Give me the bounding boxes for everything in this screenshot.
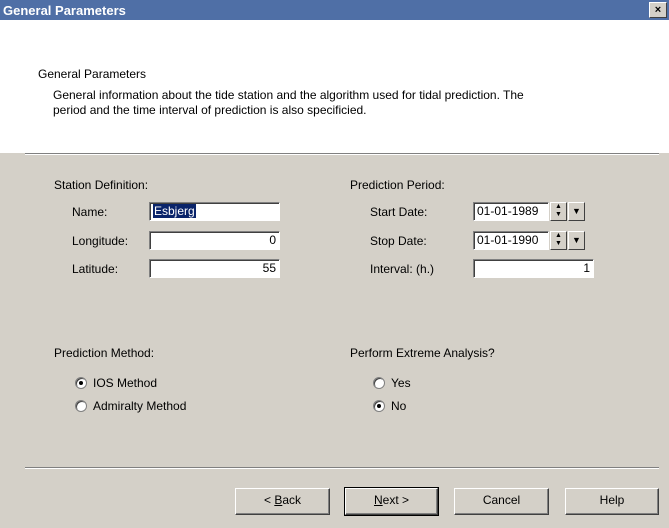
stop-date-spinner[interactable]: ▲ ▼ <box>550 231 567 250</box>
prediction-period-label: Prediction Period: <box>350 178 445 192</box>
name-field[interactable]: Esbjerg <box>149 202 280 221</box>
start-date-label: Start Date: <box>370 205 428 219</box>
stop-date-dropdown-button[interactable]: ▼ <box>568 231 585 250</box>
name-label: Name: <box>72 205 108 219</box>
spin-up-icon[interactable]: ▲ <box>551 232 566 240</box>
extreme-analysis-label: Perform Extreme Analysis? <box>350 346 495 360</box>
spin-down-icon[interactable]: ▼ <box>551 240 566 248</box>
latitude-label: Latitude: <box>72 262 119 276</box>
extreme-yes-radio[interactable] <box>373 377 385 389</box>
next-button-mnemonic: N <box>373 493 383 507</box>
next-button[interactable]: Next > <box>344 487 439 516</box>
ios-method-label[interactable]: IOS Method <box>93 376 157 390</box>
back-button-rest: ack <box>282 493 302 507</box>
chevron-down-icon: ▼ <box>572 206 581 216</box>
extreme-yes-label[interactable]: Yes <box>391 376 411 390</box>
start-date-field[interactable]: 01-01-1989 <box>473 202 549 221</box>
prediction-method-label: Prediction Method: <box>54 346 155 360</box>
back-button[interactable]: < Back <box>235 488 330 515</box>
start-date-dropdown-button[interactable]: ▼ <box>568 202 585 221</box>
header-separator <box>25 153 659 155</box>
stop-date-field[interactable]: 01-01-1990 <box>473 231 549 250</box>
header-panel <box>0 20 669 153</box>
name-value: Esbjerg <box>153 204 196 218</box>
longitude-field[interactable]: 0 <box>149 231 280 250</box>
ios-method-radio[interactable] <box>75 377 87 389</box>
window-title: General Parameters <box>3 3 126 18</box>
chevron-down-icon: ▼ <box>572 235 581 245</box>
header-heading: General Parameters <box>38 67 147 81</box>
cancel-button[interactable]: Cancel <box>454 488 549 515</box>
extreme-no-radio[interactable] <box>373 400 385 412</box>
footer-separator <box>25 467 659 469</box>
admiralty-method-label[interactable]: Admiralty Method <box>93 399 186 413</box>
close-button[interactable]: × <box>649 2 667 18</box>
spin-down-icon[interactable]: ▼ <box>551 211 566 219</box>
interval-label: Interval: (h.) <box>370 262 435 276</box>
spin-up-icon[interactable]: ▲ <box>551 203 566 211</box>
start-date-spinner[interactable]: ▲ ▼ <box>550 202 567 221</box>
interval-field[interactable]: 1 <box>473 259 594 278</box>
admiralty-method-radio[interactable] <box>75 400 87 412</box>
back-button-prefix: < <box>263 493 275 507</box>
station-definition-label: Station Definition: <box>54 178 149 192</box>
help-button[interactable]: Help <box>565 488 659 515</box>
latitude-field[interactable]: 55 <box>149 259 280 278</box>
longitude-label: Longitude: <box>72 234 129 248</box>
stop-date-label: Stop Date: <box>370 234 427 248</box>
header-description-line1: General information about the tide stati… <box>53 88 524 102</box>
header-description-line2: period and the time interval of predicti… <box>53 103 367 117</box>
next-button-rest: ext > <box>382 493 410 507</box>
extreme-no-label: No <box>391 399 407 413</box>
